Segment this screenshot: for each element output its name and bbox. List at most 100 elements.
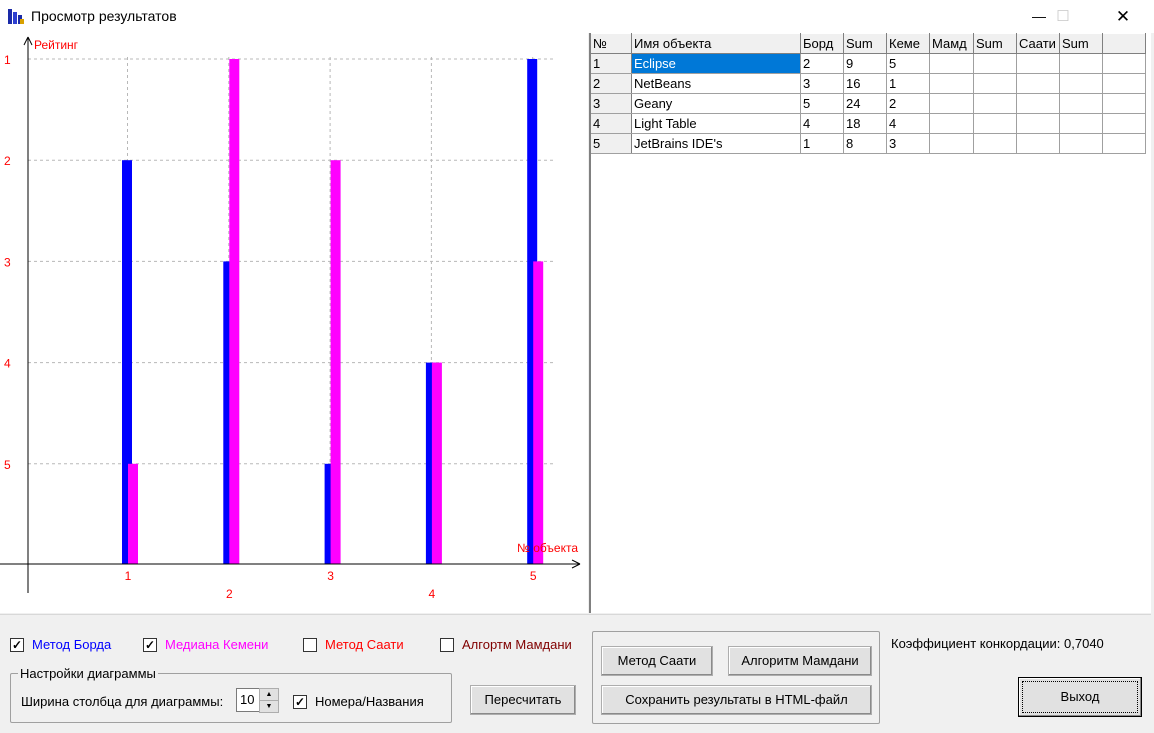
table-cell[interactable]: 18 [843, 113, 887, 134]
mamdani-checkbox[interactable] [440, 638, 454, 652]
table-cell[interactable]: 5 [591, 133, 632, 154]
maximize-button[interactable]: ☐ [1040, 0, 1086, 33]
y-tick-label: 1 [4, 53, 11, 67]
check-mark-icon: ✓ [11, 638, 23, 652]
table-cell[interactable]: Light Table [631, 113, 801, 134]
kemeny-checkbox[interactable]: ✓ [143, 638, 157, 652]
title-bar: Просмотр результатов — ☐ ✕ [0, 0, 1154, 33]
results-table[interactable]: № Имя объекта Борд Sum Кеме Мамд Sum Саати Sum 1 E… [591, 33, 1146, 154]
close-button[interactable]: ✕ [1100, 0, 1146, 33]
table-cell[interactable]: 5 [800, 93, 844, 114]
table-cell[interactable]: 4 [886, 113, 930, 134]
column-header[interactable]: Мамд [929, 33, 974, 54]
table-cell[interactable] [1016, 73, 1060, 94]
table-cell[interactable] [973, 113, 1017, 134]
column-header[interactable]: Кеме [886, 33, 930, 54]
table-cell[interactable] [1016, 93, 1060, 114]
mamdani-algorithm-button[interactable]: Алгоритм Мамдани [728, 646, 872, 676]
saaty-checkbox[interactable] [303, 638, 317, 652]
recalculate-button[interactable]: Пересчитать [470, 685, 576, 715]
app-icon [7, 7, 25, 25]
table-cell[interactable]: 1 [800, 133, 844, 154]
table-cell[interactable]: NetBeans [631, 73, 801, 94]
concordance-coefficient: Коэффициент конкордации: 0,7040 [891, 636, 1104, 651]
table-cell[interactable] [1016, 53, 1060, 74]
table-cell[interactable]: 3 [886, 133, 930, 154]
saaty-method-button[interactable]: Метод Саати [601, 646, 713, 676]
borda-label: Метод Борда [32, 637, 112, 652]
column-width-spinner: ▲ ▼ [259, 688, 279, 713]
table-cell[interactable] [1059, 53, 1103, 74]
column-header[interactable]: Саати [1016, 33, 1060, 54]
table-row[interactable]: 5 JetBrains IDE's 1 8 3 [591, 133, 1146, 154]
check-mark-icon: ✓ [144, 638, 156, 652]
table-cell[interactable] [973, 93, 1017, 114]
bar [533, 261, 544, 564]
column-width-label: Ширина столбца для диаграммы: [21, 694, 224, 709]
table-cell[interactable] [929, 113, 974, 134]
save-html-button[interactable]: Сохранить результаты в HTML-файл [601, 685, 872, 715]
column-header[interactable]: № [591, 33, 632, 54]
table-cell[interactable] [1102, 73, 1146, 94]
table-cell[interactable]: 2 [800, 53, 844, 74]
table-row[interactable]: 4 Light Table 4 18 4 [591, 113, 1146, 134]
column-header[interactable] [1102, 33, 1146, 54]
table-cell[interactable]: 1 [591, 53, 632, 74]
table-cell[interactable]: 5 [886, 53, 930, 74]
table-cell[interactable]: Geany [631, 93, 801, 114]
x-axis-arrow [571, 559, 581, 565]
table-cell[interactable]: 16 [843, 73, 887, 94]
table-cell[interactable] [1059, 73, 1103, 94]
spin-down-icon[interactable]: ▼ [259, 700, 279, 713]
table-cell[interactable] [973, 73, 1017, 94]
table-cell[interactable]: 3 [591, 93, 632, 114]
x-tick-label: 1 [125, 569, 132, 583]
table-cell[interactable] [1102, 93, 1146, 114]
x-tick-label: 4 [429, 587, 436, 601]
table-cell[interactable] [929, 73, 974, 94]
column-header[interactable]: Борд [800, 33, 844, 54]
table-cell[interactable]: 4 [591, 113, 632, 134]
chart-settings-title: Настройки диаграммы [18, 666, 158, 681]
table-cell[interactable] [1059, 133, 1103, 154]
table-row[interactable]: 3 Geany 5 24 2 [591, 93, 1146, 114]
table-cell[interactable] [929, 133, 974, 154]
table-cell[interactable] [1102, 53, 1146, 74]
table-cell[interactable]: 2 [886, 93, 930, 114]
x-tick-label: 2 [226, 587, 233, 601]
names-checkbox[interactable]: ✓ [293, 695, 307, 709]
table-cell[interactable] [973, 53, 1017, 74]
column-header[interactable]: Sum [843, 33, 887, 54]
table-cell[interactable] [1102, 113, 1146, 134]
table-cell[interactable]: 1 [886, 73, 930, 94]
table-cell[interactable]: 8 [843, 133, 887, 154]
table-cell[interactable]: 9 [843, 53, 887, 74]
table-cell[interactable] [973, 133, 1017, 154]
table-cell[interactable] [1059, 113, 1103, 134]
column-header[interactable]: Sum [1059, 33, 1103, 54]
table-cell[interactable]: 2 [591, 73, 632, 94]
table-cell[interactable] [1016, 113, 1060, 134]
names-label: Номера/Названия [315, 694, 424, 709]
table-cell[interactable]: Eclipse [631, 53, 801, 74]
table-cell[interactable] [929, 53, 974, 74]
table-row[interactable]: 1 Eclipse 2 9 5 [591, 53, 1146, 74]
table-cell[interactable]: 3 [800, 73, 844, 94]
exit-button[interactable]: Выход [1018, 677, 1142, 717]
table-cell[interactable] [1059, 93, 1103, 114]
table-cell[interactable] [929, 93, 974, 114]
table-cell[interactable] [1016, 133, 1060, 154]
table-cell[interactable]: 4 [800, 113, 844, 134]
exit-button-label: Выход [1022, 681, 1138, 713]
chart-panel: Рейтинг № объекта 1 2 3 4 5 1 2 3 4 5 [0, 33, 588, 613]
y-tick-label: 5 [4, 458, 11, 472]
table-cell[interactable]: 24 [843, 93, 887, 114]
borda-checkbox[interactable]: ✓ [10, 638, 24, 652]
column-header[interactable]: Имя объекта [631, 33, 801, 54]
table-cell[interactable] [1102, 133, 1146, 154]
rating-chart: Рейтинг № объекта 1 2 3 4 5 1 2 3 4 5 [0, 36, 581, 601]
results-grid[interactable]: № Имя объекта Борд Sum Кеме Мамд Sum Саати Sum 1 E… [589, 33, 1154, 613]
column-header[interactable]: Sum [973, 33, 1017, 54]
table-cell[interactable]: JetBrains IDE's [631, 133, 801, 154]
table-row[interactable]: 2 NetBeans 3 16 1 [591, 73, 1146, 94]
